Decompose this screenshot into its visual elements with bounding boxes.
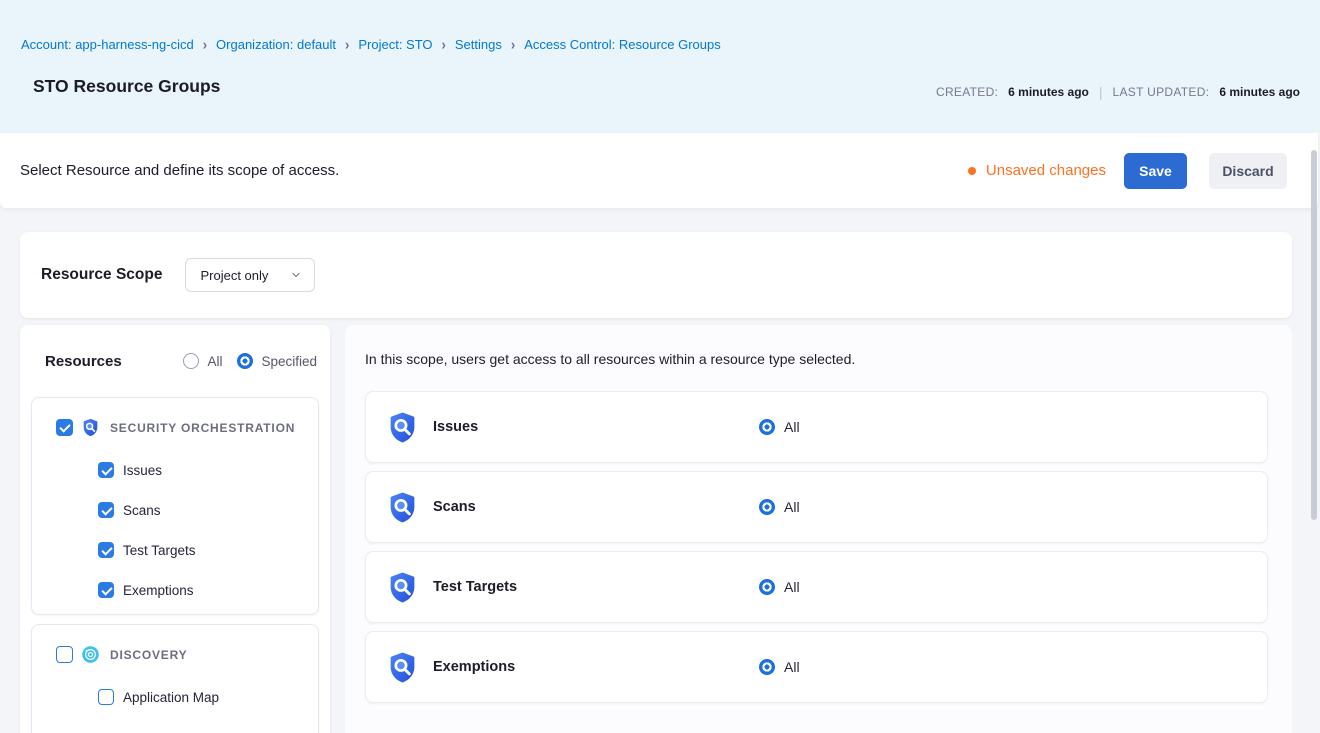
resource-row-exemptions: Exemptions All (365, 631, 1268, 703)
group-label: DISCOVERY (110, 648, 187, 662)
radio-selected-icon[interactable] (759, 579, 775, 595)
toolbar-description: Select Resource and define its scope of … (20, 162, 968, 179)
resources-title: Resources (45, 353, 168, 370)
resources-panel: Resources All Specified SECURITY ORCHEST… (20, 325, 330, 733)
resource-row-label: Scans (433, 499, 759, 515)
checkbox-icon[interactable] (98, 462, 114, 478)
chevron-right-icon: › (345, 36, 349, 53)
radio-specified[interactable]: Specified (237, 353, 317, 369)
scope-detail-panel: In this scope, users get access to all r… (345, 325, 1292, 733)
record-meta: CREATED: 6 minutes ago | LAST UPDATED: 6… (936, 84, 1300, 100)
action-toolbar: Select Resource and define its scope of … (0, 133, 1318, 208)
radio-all[interactable]: All (183, 353, 222, 369)
radio-selected-icon[interactable] (759, 419, 775, 435)
access-radio-all[interactable]: All (759, 659, 800, 675)
last-updated-value: 6 minutes ago (1219, 85, 1300, 99)
group-label: SECURITY ORCHESTRATION (110, 421, 295, 435)
page-header: Account: app-harness-ng-cicd › Organizat… (0, 0, 1320, 133)
resource-scope-select[interactable]: Project only (185, 258, 315, 292)
resource-group-security-orchestration: SECURITY ORCHESTRATION Issues Scans Test… (31, 397, 319, 615)
access-radio-all[interactable]: All (759, 419, 800, 435)
radio-selected-icon[interactable] (759, 499, 775, 515)
resource-row-scans: Scans All (365, 471, 1268, 543)
chevron-right-icon: › (203, 36, 207, 53)
chevron-right-icon: › (442, 36, 446, 53)
radio-selected-icon[interactable] (759, 659, 775, 675)
shield-scan-icon (81, 418, 100, 437)
group-header[interactable]: DISCOVERY (32, 625, 318, 670)
breadcrumb-access-control[interactable]: Access Control: Resource Groups (524, 37, 721, 52)
scope-description: In this scope, users get access to all r… (365, 351, 1272, 367)
resource-row-test-targets: Test Targets All (365, 551, 1268, 623)
unsaved-dot-icon (968, 167, 976, 175)
meta-divider: | (1099, 84, 1103, 100)
resource-checkbox-application-map[interactable]: Application Map (32, 677, 318, 717)
resource-scope-card: Resource Scope Project only (20, 232, 1292, 318)
resource-checkbox-test-targets[interactable]: Test Targets (32, 530, 318, 570)
shield-scan-icon (386, 411, 419, 444)
group-checkbox[interactable] (56, 419, 73, 436)
radio-specified-label: Specified (261, 354, 317, 369)
shield-scan-icon (386, 491, 419, 524)
resource-checkbox-issues[interactable]: Issues (32, 450, 318, 490)
checkbox-icon[interactable] (98, 582, 114, 598)
access-radio-label: All (784, 499, 800, 515)
resource-child-label: Application Map (123, 690, 219, 705)
resource-scope-selected-value: Project only (200, 268, 268, 283)
shield-scan-icon (386, 571, 419, 604)
resource-scope-label: Resource Scope (41, 266, 162, 284)
resource-row-label: Test Targets (433, 579, 759, 595)
resource-child-label: Issues (123, 463, 162, 478)
breadcrumb-account[interactable]: Account: app-harness-ng-cicd (21, 37, 194, 52)
breadcrumb: Account: app-harness-ng-cicd › Organizat… (21, 37, 721, 52)
radio-specified-icon[interactable] (237, 353, 253, 369)
group-header[interactable]: SECURITY ORCHESTRATION (32, 398, 318, 443)
page-title: STO Resource Groups (33, 76, 220, 97)
resource-child-label: Exemptions (123, 583, 194, 598)
radio-all-label: All (207, 354, 222, 369)
radio-all-icon[interactable] (183, 353, 199, 369)
resource-row-label: Exemptions (433, 659, 759, 675)
breadcrumb-organization[interactable]: Organization: default (216, 37, 336, 52)
access-radio-label: All (784, 579, 800, 595)
vertical-scrollbar[interactable] (1311, 150, 1317, 520)
unsaved-changes-indicator: Unsaved changes (968, 162, 1106, 179)
checkbox-icon[interactable] (98, 689, 114, 705)
last-updated-label: LAST UPDATED: (1113, 85, 1210, 99)
access-radio-label: All (784, 659, 800, 675)
unsaved-changes-label: Unsaved changes (986, 162, 1106, 179)
resource-checkbox-scans[interactable]: Scans (32, 490, 318, 530)
resource-child-label: Scans (123, 503, 161, 518)
resource-group-discovery: DISCOVERY Application Map (31, 624, 319, 733)
access-radio-all[interactable]: All (759, 579, 800, 595)
discovery-icon (81, 645, 100, 664)
group-checkbox[interactable] (56, 646, 73, 663)
chevron-right-icon: › (511, 36, 515, 53)
breadcrumb-project[interactable]: Project: STO (358, 37, 432, 52)
checkbox-icon[interactable] (98, 502, 114, 518)
created-value: 6 minutes ago (1008, 85, 1089, 99)
checkbox-icon[interactable] (98, 542, 114, 558)
access-radio-all[interactable]: All (759, 499, 800, 515)
save-button[interactable]: Save (1124, 153, 1187, 189)
resource-checkbox-exemptions[interactable]: Exemptions (32, 570, 318, 610)
resources-panel-header: Resources All Specified (30, 325, 320, 397)
access-radio-label: All (784, 419, 800, 435)
resource-child-label: Test Targets (123, 543, 196, 558)
chevron-down-icon (290, 269, 302, 281)
shield-scan-icon (386, 651, 419, 684)
resource-row-issues: Issues All (365, 391, 1268, 463)
breadcrumb-settings[interactable]: Settings (455, 37, 502, 52)
resource-row-label: Issues (433, 419, 759, 435)
created-label: CREATED: (936, 85, 998, 99)
discard-button[interactable]: Discard (1209, 153, 1287, 189)
